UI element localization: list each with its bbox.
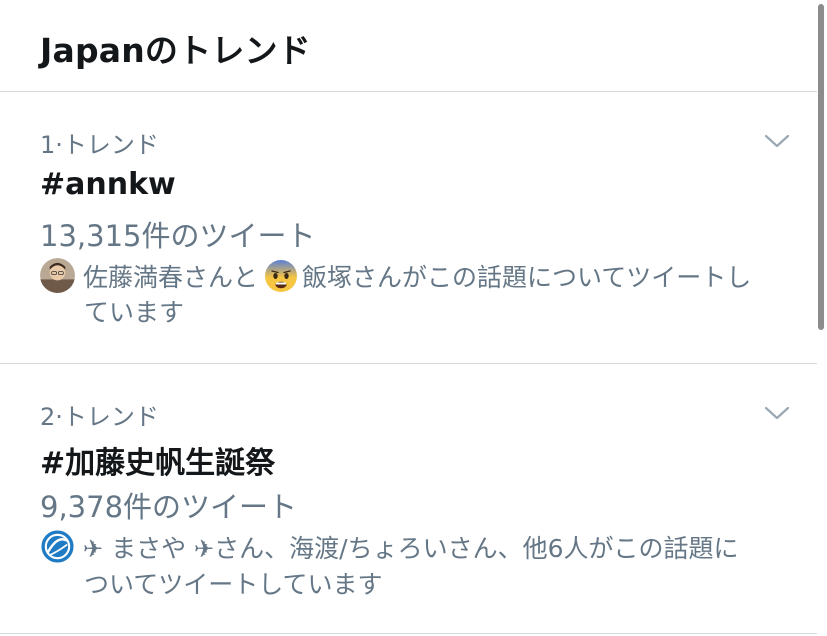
trend-rank-label: 2·トレンド (40, 403, 159, 431)
trends-panel: Japanのトレンド 1·トレンド #annkw 13,315件のツイート 佐藤… (0, 0, 827, 636)
context-user-1: 佐藤満春さんと (83, 263, 259, 292)
trend-name[interactable]: #annkw (40, 167, 176, 202)
scrollbar[interactable] (818, 4, 824, 330)
context-line: ついてツイートしています (84, 570, 383, 599)
tweet-count: 13,315件のツイート (40, 219, 316, 253)
trend-item[interactable]: 1·トレンド #annkw 13,315件のツイート 佐藤満春さんと 飯塚さんが… (0, 93, 817, 364)
trend-context: ✈ まさや ✈さん、海渡/ちょろいさん、他6人がこの話題に ついてツイートしてい… (40, 529, 785, 602)
context-user-1: まさや (111, 534, 187, 563)
trend-item[interactable]: 2·トレンド #加藤史帆生誕祭 9,378件のツイート ✈ まさや ✈さん、海渡… (0, 364, 817, 634)
page-title: Japanのトレンド (40, 31, 311, 70)
airplane-icon: ✈ (83, 535, 104, 563)
airline-logo-avatar[interactable] (40, 529, 75, 564)
context-rest: さん、海渡/ちょろいさん、他6人がこの話題に (214, 534, 739, 563)
chevron-down-icon[interactable] (764, 405, 790, 421)
context-line: ✈ まさや ✈さん、海渡/ちょろいさん、他6人がこの話題に (40, 529, 785, 567)
tweet-count: 9,378件のツイート (40, 490, 298, 524)
avatar[interactable] (40, 258, 75, 293)
trends-header: Japanのトレンド (0, 0, 817, 92)
fearful-face-emoji (265, 260, 298, 292)
trend-context: 佐藤満春さんと 飯塚さんがこの話題についてツイートし ています (40, 258, 785, 330)
trend-name[interactable]: #加藤史帆生誕祭 (40, 438, 275, 482)
chevron-down-icon[interactable] (764, 133, 790, 149)
context-line: 佐藤満春さんと 飯塚さんがこの話題についてツイートし (40, 258, 785, 295)
airplane-icon: ✈ (194, 535, 215, 563)
context-user-2: 飯塚さんがこの話題についてツイートし (302, 263, 752, 292)
context-line: ています (84, 298, 185, 327)
trend-rank-label: 1·トレンド (40, 131, 159, 159)
